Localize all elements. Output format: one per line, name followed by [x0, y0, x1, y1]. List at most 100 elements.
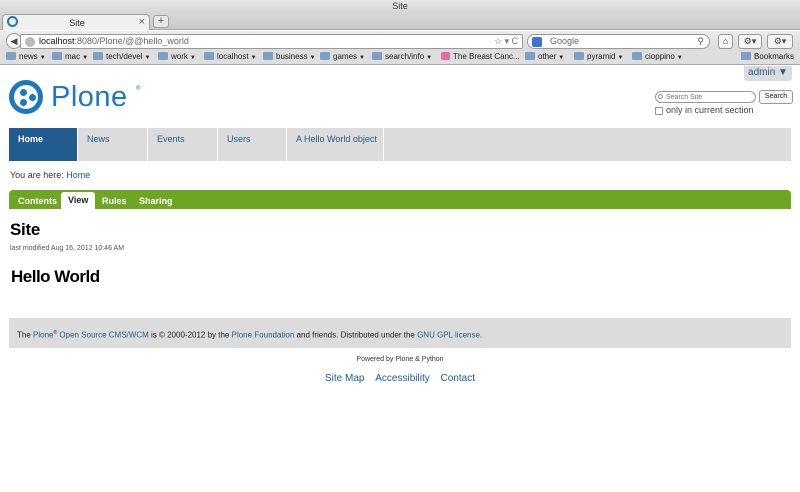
bookmark-label: news	[19, 52, 38, 61]
current-section-label: only in current section	[666, 105, 754, 115]
edit-bar: Contents View Rules Sharing	[9, 190, 791, 209]
breadcrumb-prefix: You are here:	[10, 170, 64, 180]
window-title: Site	[0, 0, 800, 13]
cms-link[interactable]: Open Source CMS/WCM	[59, 331, 148, 340]
bookmark-folder-mac[interactable]: mac ▼	[52, 50, 88, 65]
bookmark-folder-cioppino[interactable]: cioppino ▼	[632, 50, 683, 65]
bookmark-breast-cancer[interactable]: The Breast Canc...	[441, 50, 520, 64]
edit-tab-sharing[interactable]: Sharing	[132, 193, 180, 209]
footer-text: is © 2000-2012 by the	[148, 330, 232, 340]
bookmark-label: mac	[65, 52, 81, 61]
folder-icon	[93, 52, 103, 60]
document-byline: last modified Aug 16, 2012 10:46 AM	[10, 245, 125, 252]
search-icon[interactable]: ⚲	[697, 35, 704, 48]
folder-icon	[52, 52, 62, 60]
search-icon	[658, 94, 663, 99]
site-actions: Site Map Accessibility Contact	[0, 373, 800, 384]
bookmark-label: The Breast Canc...	[453, 52, 520, 61]
tab-strip: Site × +	[0, 13, 800, 30]
bookmarks-toolbar: news ▼ mac ▼ tech/devel ▼ work ▼ localhost ▼ …	[0, 50, 800, 65]
bookmark-label: localhost	[217, 52, 249, 61]
folder-icon	[320, 52, 330, 60]
home-button[interactable]: ⌂	[718, 34, 733, 49]
breadcrumb: You are here: Home	[10, 170, 90, 180]
bookmark-label: pyramid	[587, 52, 616, 61]
addon-button[interactable]: ⚙▾	[738, 34, 762, 49]
hello-world-heading: Hello World	[11, 267, 100, 286]
user-menu-button[interactable]: admin ▼	[744, 66, 792, 81]
bookmark-label: search/info	[385, 52, 425, 61]
current-section-checkbox[interactable]	[655, 107, 663, 115]
edit-tab-rules[interactable]: Rules	[95, 193, 134, 209]
bookmarks-icon	[740, 52, 751, 60]
bookmark-label: games	[333, 52, 358, 61]
search-engine-placeholder: Google	[550, 36, 580, 46]
footer-text: .	[479, 330, 483, 340]
folder-icon	[158, 52, 168, 60]
browser-tab[interactable]: Site ×	[2, 14, 150, 30]
navigation-toolbar: ◀ localhost:8080/Plone/@@hello_world ☆ ▾…	[0, 31, 800, 50]
page-title: Site	[10, 220, 40, 239]
bookmark-label: cioppino	[645, 52, 675, 61]
tab-users[interactable]: Users	[218, 128, 287, 161]
site-search-input[interactable]	[655, 91, 756, 103]
settings-button[interactable]: ⚙▾	[767, 34, 793, 49]
folder-icon	[6, 52, 16, 60]
google-engine-icon[interactable]	[532, 37, 542, 47]
bookmark-folder-tech-devel[interactable]: tech/devel ▼	[93, 50, 150, 65]
bookmark-label: tech/devel	[106, 52, 143, 61]
bookmark-label: other	[538, 52, 557, 61]
bookmark-folder-other[interactable]: other ▼	[525, 50, 564, 65]
bookmark-label: business	[276, 52, 308, 61]
url-path: :8080/Plone/@@hello_world	[74, 36, 189, 46]
accessibility-link[interactable]: Accessibility	[375, 373, 429, 384]
bookmarks-menu-label: Bookmarks	[753, 52, 794, 61]
tab-events[interactable]: Events	[148, 128, 218, 161]
footer-text: and friends. Distributed under the	[294, 330, 418, 340]
breadcrumb-home-link[interactable]: Home	[66, 170, 90, 180]
plone-foundation-link[interactable]: Plone Foundation	[232, 331, 295, 340]
ribbon-icon	[441, 52, 450, 60]
tab-home[interactable]: Home	[9, 128, 78, 161]
folder-icon	[632, 52, 642, 60]
powered-by: Powered by Plone & Python	[356, 356, 444, 363]
url-host: localhost	[39, 36, 75, 46]
new-tab-button[interactable]: +	[153, 15, 169, 28]
search-button[interactable]: Search	[759, 90, 793, 104]
site-identity-icon[interactable]	[25, 37, 35, 47]
footer-registered-mark: ®	[53, 330, 58, 336]
portal-tabs: Home News Events Users A Hello World obj…	[9, 128, 791, 161]
edit-tab-contents[interactable]: Contents	[11, 193, 64, 209]
close-tab-icon[interactable]: ×	[139, 15, 145, 29]
folder-icon	[263, 52, 273, 60]
bookmark-folder-localhost[interactable]: localhost ▼	[204, 50, 257, 65]
folder-icon	[372, 52, 382, 60]
bookmark-folder-pyramid[interactable]: pyramid ▼	[574, 50, 623, 65]
tab-hello-world-object[interactable]: A Hello World object	[287, 128, 384, 161]
bookmark-folder-games[interactable]: games ▼	[320, 50, 365, 65]
bookmark-star-icon[interactable]: ☆ ▾ C	[494, 35, 518, 48]
logo-text: Plone	[51, 81, 128, 113]
bookmark-folder-business[interactable]: business ▼	[263, 50, 316, 65]
bookmark-label: work	[171, 52, 188, 61]
bookmark-folder-search-info[interactable]: search/info ▼	[372, 50, 432, 65]
url-bar[interactable]: localhost:8080/Plone/@@hello_world ☆ ▾ C	[20, 34, 523, 49]
tab-news[interactable]: News	[78, 128, 148, 161]
folder-icon	[204, 52, 214, 60]
tab-title: Site	[69, 18, 85, 28]
folder-icon	[574, 52, 584, 60]
plone-link[interactable]: Plone	[33, 331, 53, 340]
bookmarks-menu-button[interactable]: Bookmarks	[740, 50, 794, 64]
bookmark-folder-work[interactable]: work ▼	[158, 50, 196, 65]
contact-link[interactable]: Contact	[441, 373, 475, 384]
site-map-link[interactable]: Site Map	[325, 373, 364, 384]
plone-logo-icon	[9, 80, 43, 114]
footer-colophon: The Plone® Open Source CMS/WCM is © 2000…	[9, 318, 791, 348]
browser-search-input[interactable]: Google ⚲	[527, 34, 710, 49]
footer-text: The	[17, 330, 34, 340]
logo-registered-mark: ®	[136, 86, 141, 92]
bookmark-folder-news[interactable]: news ▼	[6, 50, 46, 65]
edit-tab-view[interactable]: View	[61, 192, 96, 209]
folder-icon	[525, 52, 535, 60]
gpl-license-link[interactable]: GNU GPL license	[417, 331, 480, 340]
